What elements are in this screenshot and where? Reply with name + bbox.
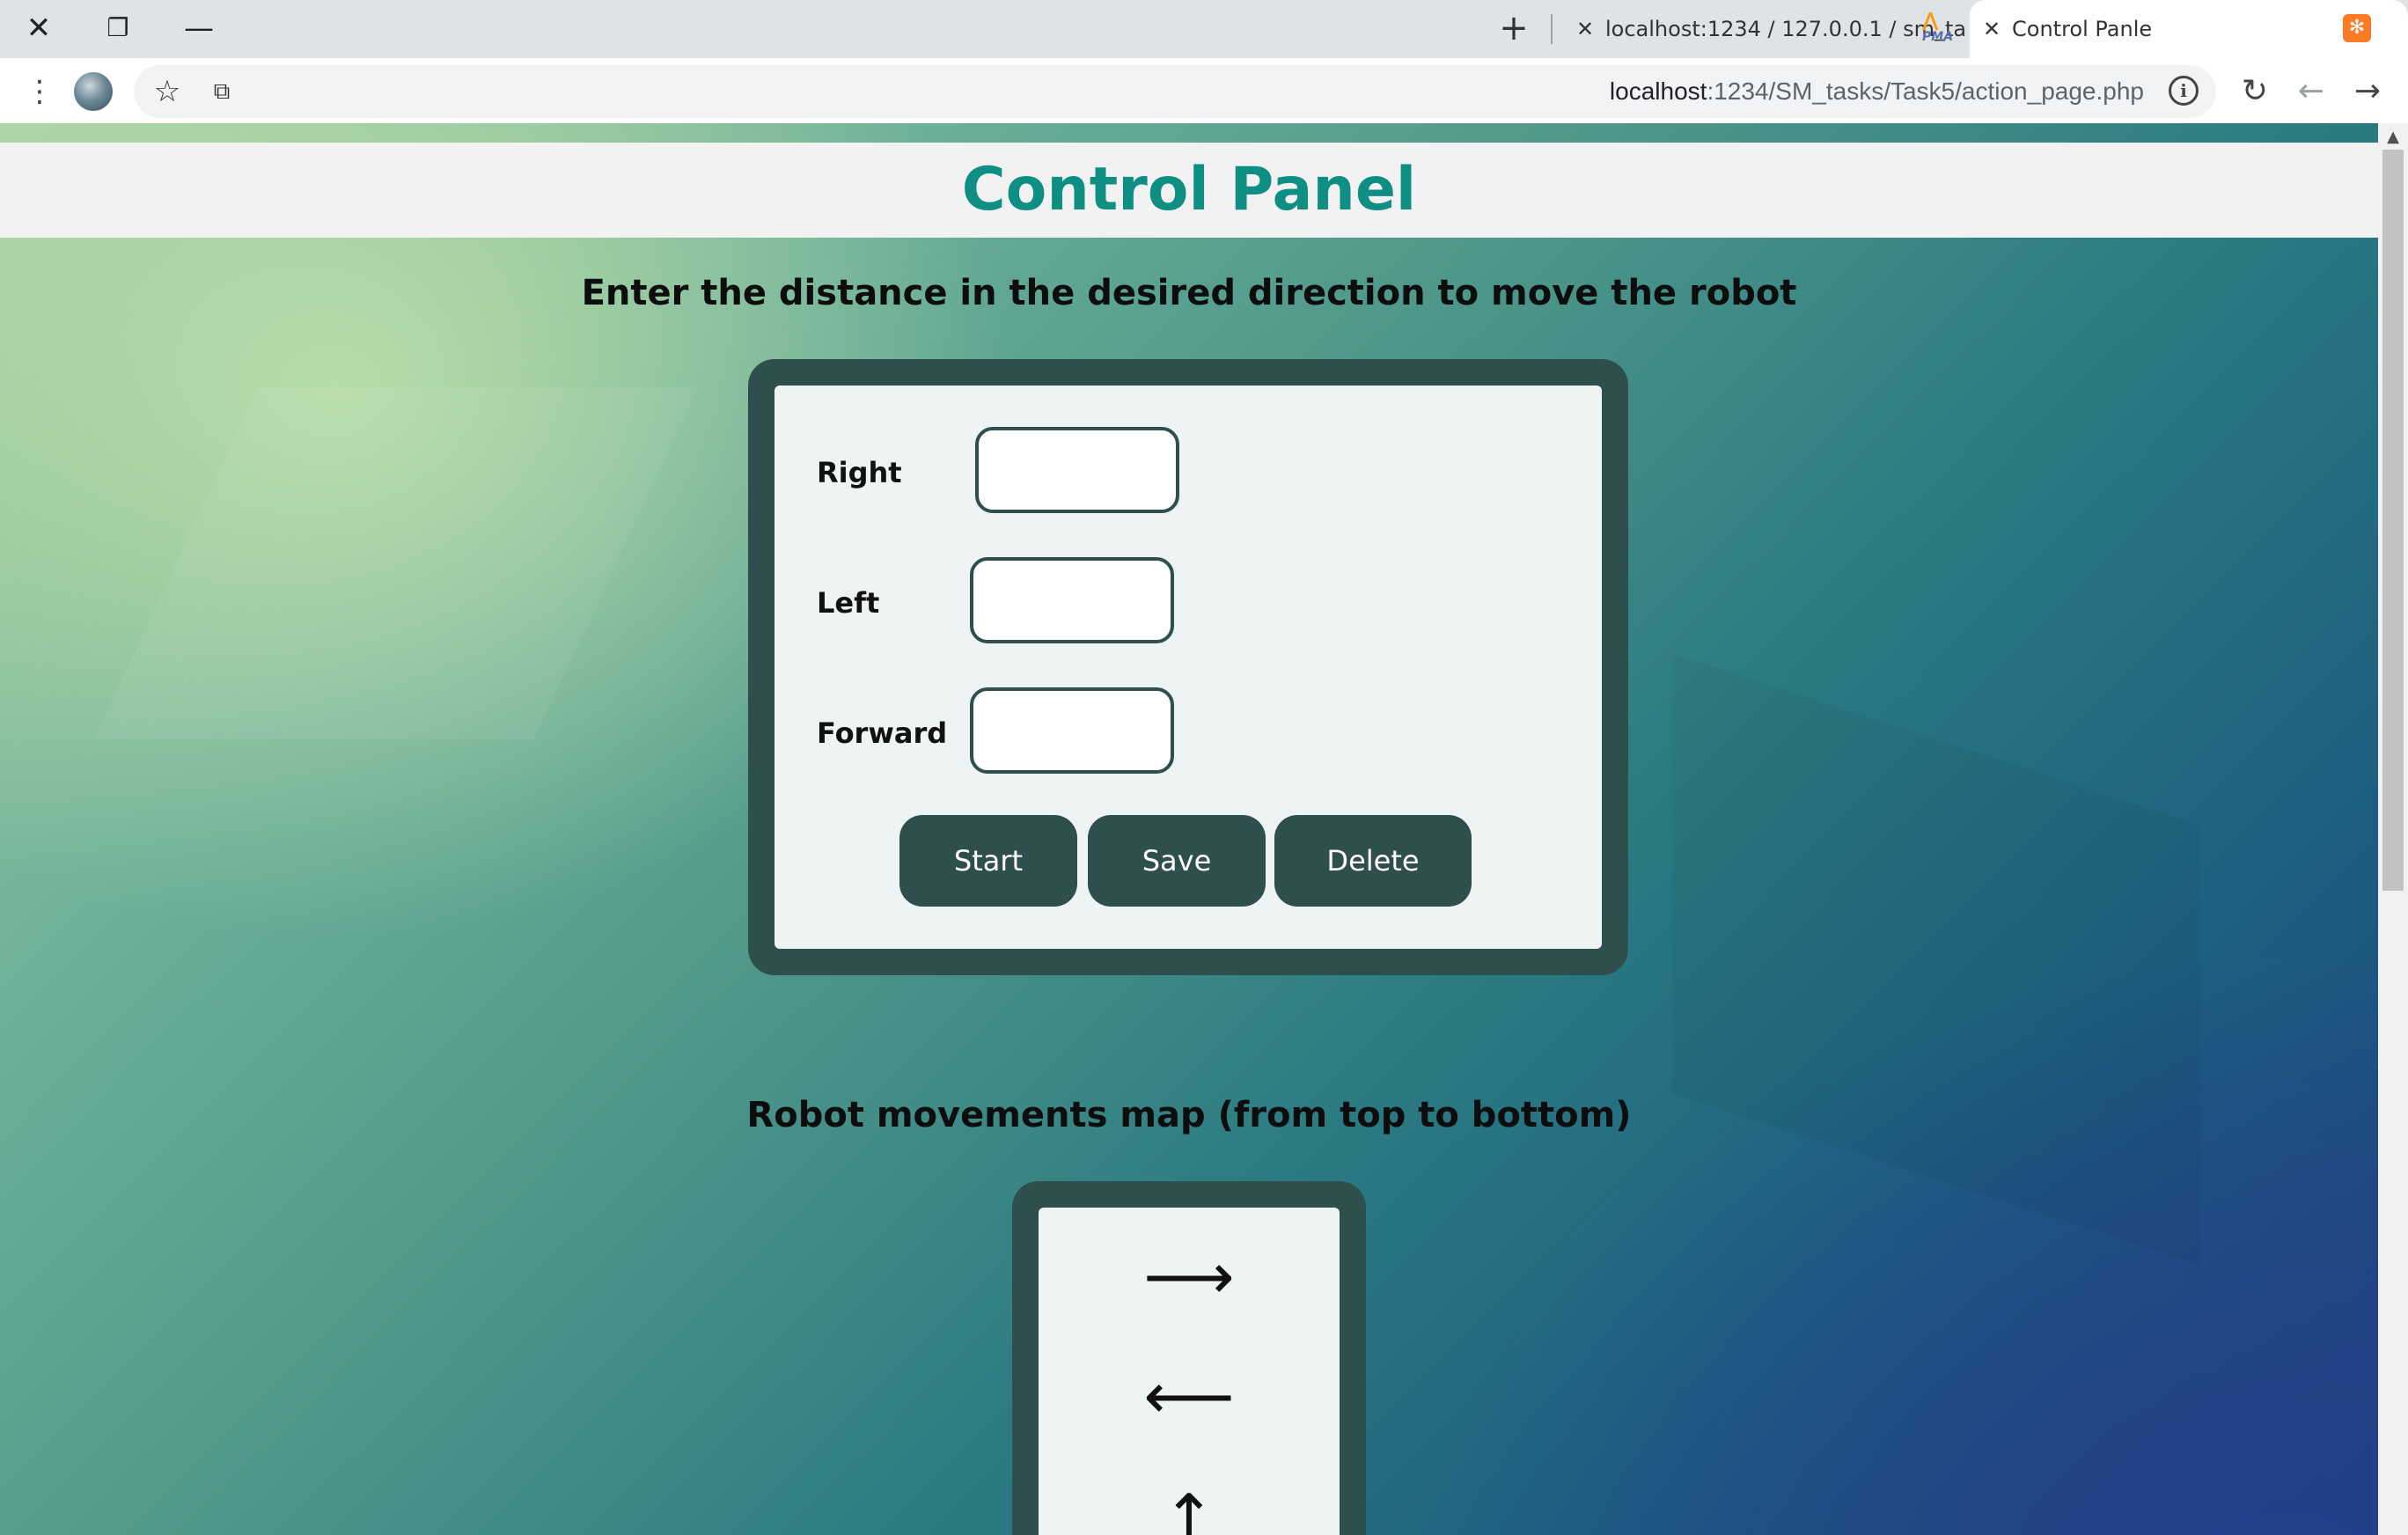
phpmyadmin-logo: ⋀ PMA xyxy=(1922,10,1954,45)
url-text[interactable]: localhost:1234/SM_tasks/Task5/action_pag… xyxy=(1610,65,2144,118)
scroll-thumb[interactable] xyxy=(2382,150,2404,891)
page-title: Control Panel xyxy=(961,155,1417,224)
control-form-panel: Right Left Forward Start Save Delete xyxy=(748,359,1628,975)
up-arrow-icon: ↑ xyxy=(1162,1480,1216,1535)
profile-avatar[interactable] xyxy=(74,72,113,111)
address-bar[interactable]: ☆ ⧉ localhost:1234/SM_tasks/Task5/action… xyxy=(134,65,2216,118)
reload-icon[interactable]: ↻ xyxy=(2235,72,2274,111)
page-viewport: Control Panel Enter the distance in the … xyxy=(0,123,2378,1535)
close-window-icon[interactable]: ✕ xyxy=(21,11,56,46)
site-info-icon[interactable]: i xyxy=(2169,76,2199,106)
left-distance-input[interactable] xyxy=(970,557,1174,643)
forward-label: Forward xyxy=(817,716,948,750)
tab-close-icon[interactable]: ✕ xyxy=(1572,0,1598,58)
page-header: Control Panel xyxy=(0,143,2378,238)
background-facet xyxy=(93,387,699,739)
tab-title: Control Panle xyxy=(2012,17,2153,41)
tab-close-icon[interactable]: ✕ xyxy=(1979,0,2005,58)
forward-distance-input[interactable] xyxy=(970,687,1174,774)
scroll-up-icon[interactable]: ▲ xyxy=(2378,127,2408,148)
minimize-window-icon[interactable]: — xyxy=(181,11,217,46)
forward-arrow-icon[interactable]: → xyxy=(2348,72,2387,111)
bookmark-star-icon[interactable]: ☆ xyxy=(150,74,185,109)
right-arrow-icon: ⟶ xyxy=(1143,1239,1235,1313)
browser-toolbar: ⋮ ☆ ⧉ localhost:1234/SM_tasks/Task5/acti… xyxy=(0,58,2408,123)
tab-title: localhost:1234 / 127.0.0.1 / sm_ta xyxy=(1605,17,1967,41)
xampp-icon: ✻ xyxy=(2343,14,2371,42)
menu-dots-icon[interactable]: ⋮ xyxy=(25,74,55,109)
right-distance-input[interactable] xyxy=(975,427,1179,513)
save-button[interactable]: Save xyxy=(1088,815,1266,907)
tab-phpmyadmin[interactable]: ✕ localhost:1234 / 127.0.0.1 / sm_ta xyxy=(1563,0,1968,58)
new-tab-button[interactable]: + xyxy=(1494,9,1533,48)
left-arrow-icon: ⟵ xyxy=(1143,1359,1235,1433)
left-label: Left xyxy=(817,586,880,620)
background-facet xyxy=(1672,653,2200,1266)
instruction-text: Enter the distance in the desired direct… xyxy=(581,273,1797,313)
control-form: Right Left Forward Start Save Delete xyxy=(775,386,1602,949)
movement-map: ⟶ ⟵ ↑ xyxy=(1039,1208,1340,1535)
back-arrow-icon[interactable]: ← xyxy=(2292,72,2331,111)
tab-separator xyxy=(1551,14,1553,44)
page-scrollbar[interactable]: ▲ xyxy=(2378,123,2408,1535)
translate-icon[interactable]: ⧉ xyxy=(204,74,239,109)
start-button[interactable]: Start xyxy=(899,815,1077,907)
browser-tab-strip: ✕ ❐ — + ✕ localhost:1234 / 127.0.0.1 / sm… xyxy=(0,0,2408,58)
delete-button[interactable]: Delete xyxy=(1274,815,1472,907)
map-heading: Robot movements map (from top to bottom) xyxy=(746,1095,1632,1135)
movement-map-panel: ⟶ ⟵ ↑ xyxy=(1012,1181,1366,1535)
restore-window-icon[interactable]: ❐ xyxy=(100,11,136,46)
right-label: Right xyxy=(817,456,902,489)
